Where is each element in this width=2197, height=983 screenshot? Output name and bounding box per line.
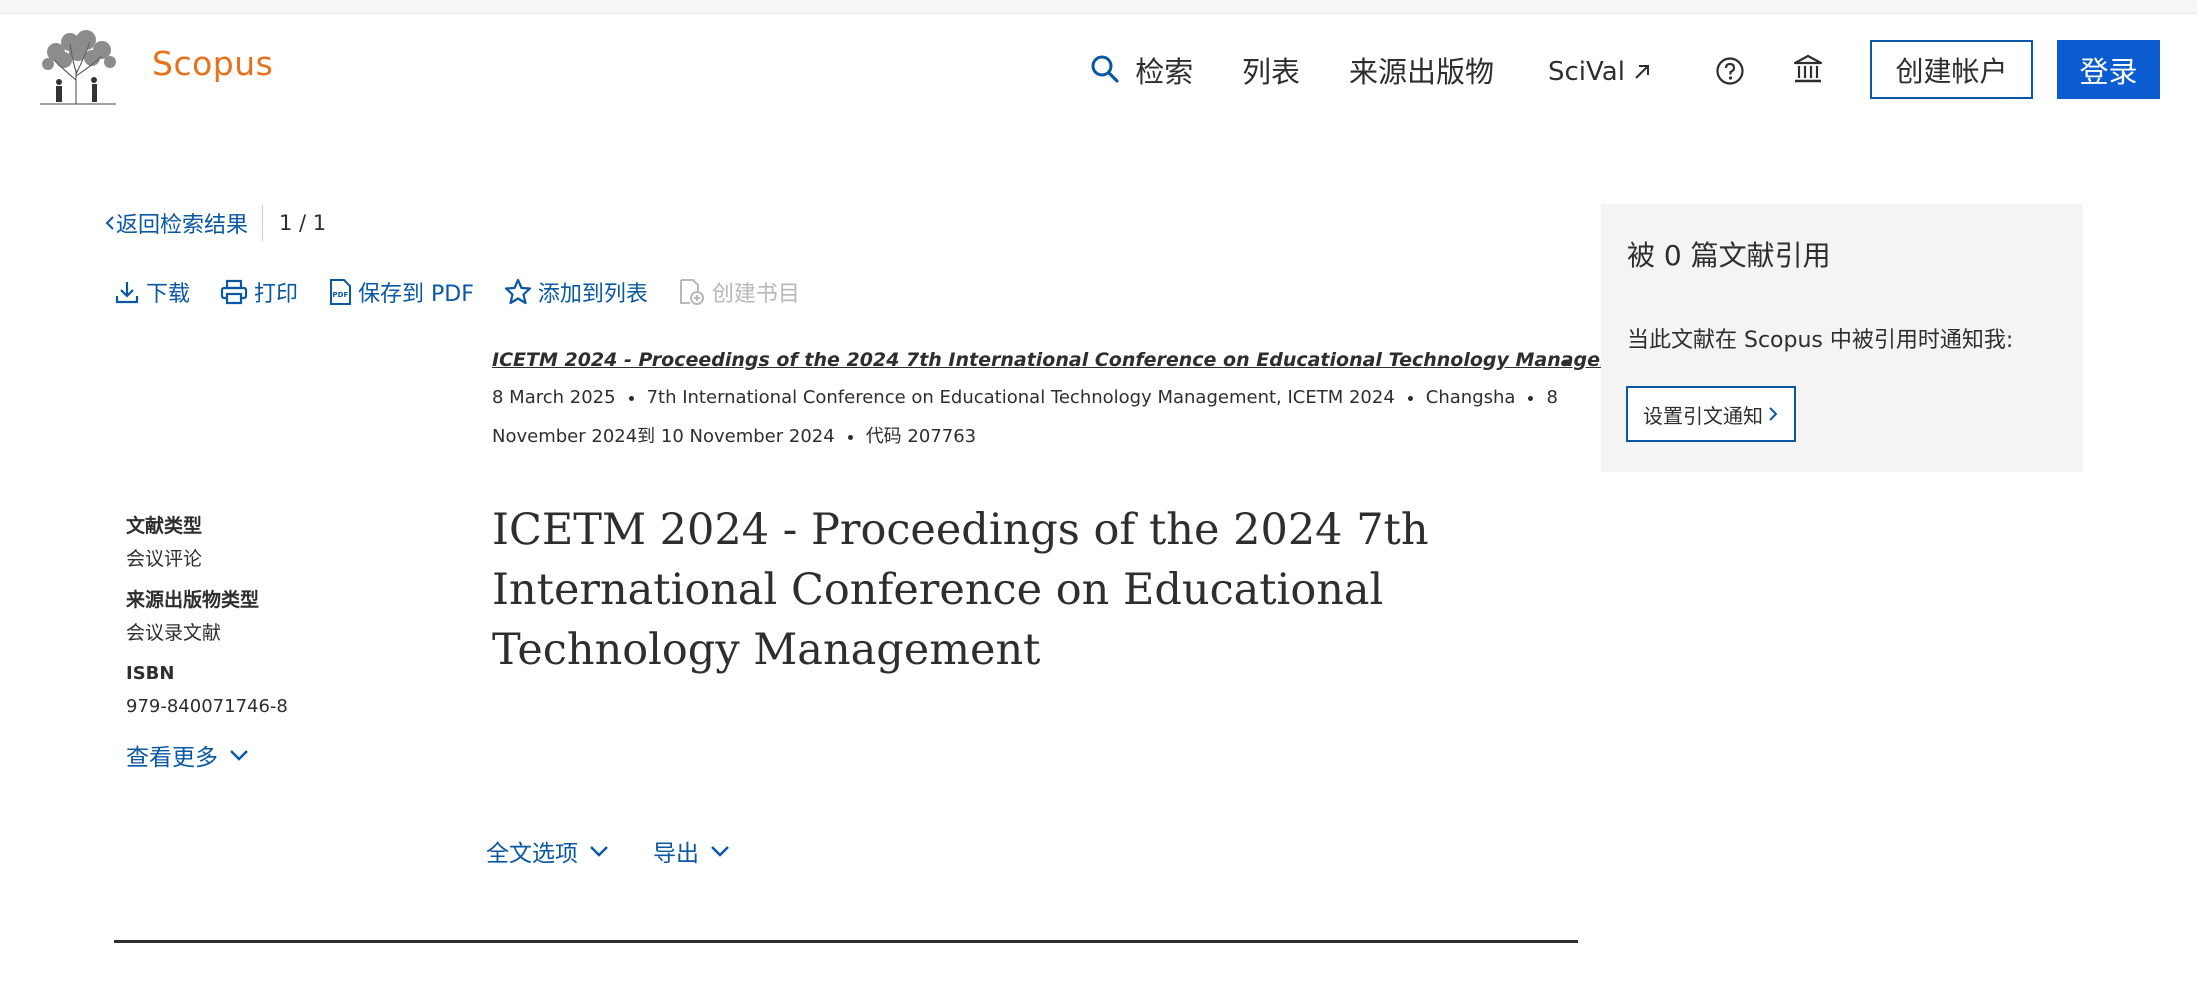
print-label: 打印 [254,282,299,307]
create-account-button[interactable]: 创建帐户 [1870,40,2033,99]
source-type-value: 会议录文献 [126,622,222,644]
elsevier-tree-logo[interactable] [36,30,120,106]
bullet-separator [1407,395,1413,401]
document-title: ICETM 2024 - Proceedings of the 2024 7th… [492,505,1429,675]
full-text-options-label: 全文选项 [486,841,578,867]
conference-period-start: 8 [1546,387,1558,408]
publication-date: 8 March 2025 [492,387,616,408]
citation-card: 被 0 篇文献引用 当此文献在 Scopus 中被引用时通知我: 设置引文通知 [1601,204,2083,472]
chevron-down-icon [590,846,608,857]
search-icon [1090,54,1120,94]
full-text-options-button[interactable]: 全文选项 [486,834,612,868]
back-to-results-link[interactable]: 返回检索结果 [104,207,248,239]
see-more-label: 查看更多 [126,745,218,771]
conference-period: November 2024到 10 November 2024 [492,426,835,447]
document-meta-line-2: November 2024到 10 November 2024 代码 207763 [492,422,976,448]
see-more-button[interactable]: 查看更多 [126,738,252,772]
section-divider [114,940,1578,943]
download-button[interactable]: 下载 [114,276,190,308]
conference-code: 代码 207763 [865,426,977,447]
bullet-separator [628,395,634,401]
save-pdf-button[interactable]: PDF 保存到 PDF [328,276,474,308]
nav-scival[interactable]: SciVal [1548,52,1651,93]
set-citation-alert-button[interactable]: 设置引文通知 [1626,386,1796,442]
back-label: 返回检索结果 [116,213,249,238]
bullet-separator [1528,395,1534,401]
header: Scopus 检索 列表 来源出版物 SciVal 创建帐户 登录 [0,14,2197,124]
institution-button[interactable] [1792,52,1824,95]
conference-name: 7th International Conference on Educatio… [646,387,1395,408]
bullet-separator [1564,361,1569,366]
help-icon [1715,56,1745,96]
conference-location: Changsha [1425,387,1516,408]
top-strip [0,0,2197,14]
back-row: 返回检索结果 1 / 1 [104,205,326,241]
set-citation-alert-label: 设置引文通知 [1643,403,1763,428]
doc-type-label: 文献类型 [126,515,203,537]
print-button[interactable]: 打印 [220,276,298,308]
bullet-separator [847,434,853,440]
chevron-down-icon [230,750,248,761]
cited-by-count: 被 0 篇文献引用 [1627,239,1831,272]
back-separator [262,205,264,241]
nav-search[interactable]: 检索 [1090,52,1193,94]
isbn-label: ISBN [126,663,175,684]
document-metadata: 文献类型 会议评论 来源出版物类型 会议录文献 ISBN 979-8400717… [126,511,386,739]
add-to-list-button[interactable]: 添加到列表 [504,276,648,308]
save-pdf-label: 保存到 PDF [358,282,474,307]
pdf-icon: PDF [330,279,352,305]
scopus-logo-text[interactable]: Scopus [152,44,273,83]
external-link-icon [1633,53,1651,93]
nav-scival-label: SciVal [1548,57,1625,87]
institution-icon [1792,53,1824,95]
login-button[interactable]: 登录 [2057,40,2160,99]
chevron-down-icon [711,846,729,857]
add-to-list-label: 添加到列表 [537,282,648,307]
create-bibliography-label: 创建书目 [711,282,800,307]
source-type-label: 来源出版物类型 [126,589,260,611]
help-button[interactable] [1715,54,1745,96]
download-label: 下载 [146,282,191,307]
export-label: 导出 [653,841,699,867]
printer-icon [220,279,248,305]
chevron-right-icon [1769,407,1778,421]
document-toolbar: 下载 打印 PDF 保存到 PDF 添加到列表 创建书目 [114,275,830,309]
nav-lists[interactable]: 列表 [1242,52,1300,92]
document-meta-line-1: 8 March 2025 7th International Conference… [492,387,1558,408]
download-icon [115,282,139,304]
doc-type-value: 会议评论 [126,548,203,570]
isbn-value: 979-840071746-8 [126,696,288,717]
citation-alert-text: 当此文献在 Scopus 中被引用时通知我: [1627,328,2014,353]
chevron-left-icon [105,216,114,230]
star-icon [504,278,531,305]
nav-search-label: 检索 [1135,55,1194,89]
source-title-link[interactable]: ICETM 2024 - Proceedings of the 2024 7th… [492,349,1655,371]
create-bibliography-button: 创建书目 [678,276,800,308]
nav-sources[interactable]: 来源出版物 [1349,52,1494,92]
export-button[interactable]: 导出 [653,834,733,868]
bibliography-icon [679,279,704,305]
svg-text:PDF: PDF [333,291,349,299]
result-pager: 1 / 1 [279,211,327,235]
